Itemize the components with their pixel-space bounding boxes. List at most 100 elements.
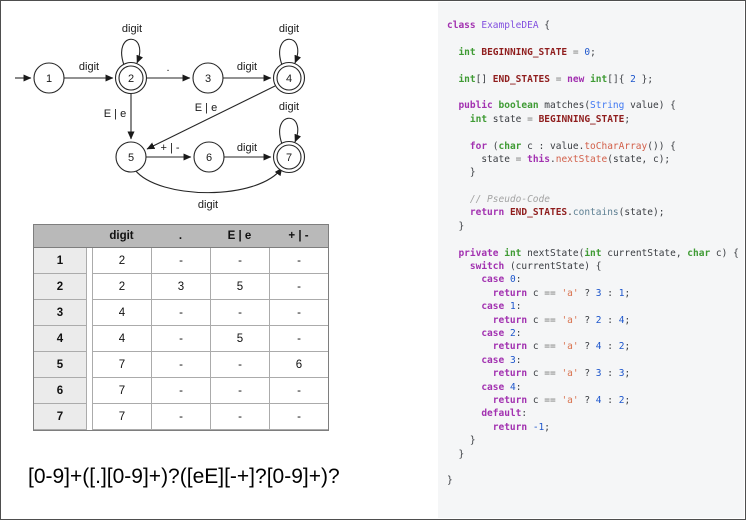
table-cell: 4 — [92, 300, 151, 326]
code-line: } — [447, 474, 744, 487]
table-cell: - — [269, 274, 328, 300]
table-cell: - — [269, 378, 328, 404]
code-line: private int nextState(int currentState, … — [447, 247, 744, 260]
table-cell: 7 — [92, 352, 151, 378]
transition-arrow-4-5 — [147, 86, 275, 149]
transition-label: E | e — [104, 108, 126, 120]
code-line: return END_STATES.contains(state); — [447, 206, 744, 219]
state-label: 4 — [286, 73, 292, 85]
code-line: } — [447, 448, 744, 461]
code-line: switch (currentState) { — [447, 260, 744, 273]
code-line: return c == 'a' ? 4 : 2; — [447, 394, 744, 407]
code-line: return -1; — [447, 421, 744, 434]
table-cell: - — [210, 404, 269, 430]
transition-label: E | e — [195, 102, 217, 114]
column-header: digit — [92, 225, 151, 248]
code-line: } — [447, 220, 744, 233]
code-line: for (char c : value.toCharArray()) { — [447, 140, 744, 153]
table-cell: - — [210, 248, 269, 274]
table-cell: - — [269, 404, 328, 430]
code-line: // Pseudo-Code — [447, 193, 744, 206]
code-line: case 4: — [447, 381, 744, 394]
table-cell: 3 — [151, 274, 210, 300]
code-line — [447, 86, 744, 99]
code-line: return c == 'a' ? 4 : 2; — [447, 340, 744, 353]
row-header: 6 — [34, 378, 87, 404]
self-loop-7 — [280, 118, 298, 144]
transition-table: digit.E | e+ | -12---2235-34---44-5-57--… — [33, 224, 329, 431]
transition-label: . — [166, 62, 169, 74]
code-line: int[] END_STATES = new int[]{ 2 }; — [447, 73, 744, 86]
transition-label: + | - — [160, 142, 179, 154]
code-line: int BEGINNING_STATE = 0; — [447, 46, 744, 59]
state-2: 2 — [116, 63, 147, 94]
table-cell: 5 — [210, 326, 269, 352]
state-1: 1 — [34, 63, 64, 93]
state-label: 5 — [128, 152, 134, 164]
column-header: . — [151, 225, 210, 248]
table-cell: 2 — [92, 274, 151, 300]
code-line: case 0: — [447, 273, 744, 286]
state-label: 3 — [205, 73, 211, 85]
table-cell: - — [269, 326, 328, 352]
table-cell: 6 — [269, 352, 328, 378]
table-cell: 5 — [210, 274, 269, 300]
self-loop-4 — [280, 39, 298, 65]
code-line: return c == 'a' ? 3 : 1; — [447, 287, 744, 300]
table-corner-cell — [34, 225, 92, 248]
code-line: return c == 'a' ? 2 : 4; — [447, 314, 744, 327]
code-line — [447, 32, 744, 45]
row-header: 2 — [34, 274, 87, 300]
table-cell: 7 — [92, 378, 151, 404]
row-header: 7 — [34, 404, 87, 430]
table-cell: - — [210, 352, 269, 378]
code-line: default: — [447, 407, 744, 420]
table-cell: - — [151, 248, 210, 274]
table-cell: - — [210, 300, 269, 326]
state-3: 3 — [193, 63, 223, 93]
row-header: 3 — [34, 300, 87, 326]
state-label: 2 — [128, 73, 134, 85]
state-label: 6 — [206, 152, 212, 164]
table-cell: - — [151, 300, 210, 326]
transition-label: digit — [198, 199, 218, 211]
column-header: E | e — [210, 225, 269, 248]
table-cell: - — [210, 378, 269, 404]
transition-label: digit — [79, 61, 99, 73]
column-header: + | - — [269, 225, 328, 248]
code-panel: class ExampleDEA { int BEGINNING_STATE =… — [438, 2, 744, 518]
code-line: class ExampleDEA { — [447, 19, 744, 32]
table-cell: 7 — [92, 404, 151, 430]
table-cell: - — [269, 248, 328, 274]
state-7: 7 — [274, 142, 305, 173]
table-cell: - — [151, 378, 210, 404]
state-label: 1 — [46, 73, 52, 85]
row-header: 4 — [34, 326, 87, 352]
transition-label: digit — [279, 101, 299, 113]
state-label: 7 — [286, 152, 292, 164]
code-line: } — [447, 434, 744, 447]
row-header: 1 — [34, 248, 87, 274]
code-line: state = this.nextState(state, c); — [447, 153, 744, 166]
code-line: case 2: — [447, 327, 744, 340]
code-line: case 1: — [447, 300, 744, 313]
state-5: 5 — [116, 142, 146, 172]
code-line: return c == 'a' ? 3 : 3; — [447, 367, 744, 380]
table-cell: 4 — [92, 326, 151, 352]
page: digit digit . digit digit E | e E | e + … — [0, 0, 746, 520]
table-cell: 2 — [92, 248, 151, 274]
code-line — [447, 126, 744, 139]
code-line: public boolean matches(String value) { — [447, 99, 744, 112]
code-line — [447, 59, 744, 72]
table-cell: - — [151, 404, 210, 430]
code-line — [447, 180, 744, 193]
transition-label: digit — [237, 61, 257, 73]
row-header: 5 — [34, 352, 87, 378]
regex-text: [0-9]+([.][0-9]+)?([eE][-+]?[0-9]+)? — [28, 465, 340, 489]
code-line: case 3: — [447, 354, 744, 367]
self-loop-2 — [122, 39, 140, 65]
table-cell: - — [151, 326, 210, 352]
transition-label: digit — [279, 23, 299, 35]
code-line — [447, 233, 744, 246]
code-line — [447, 461, 744, 474]
